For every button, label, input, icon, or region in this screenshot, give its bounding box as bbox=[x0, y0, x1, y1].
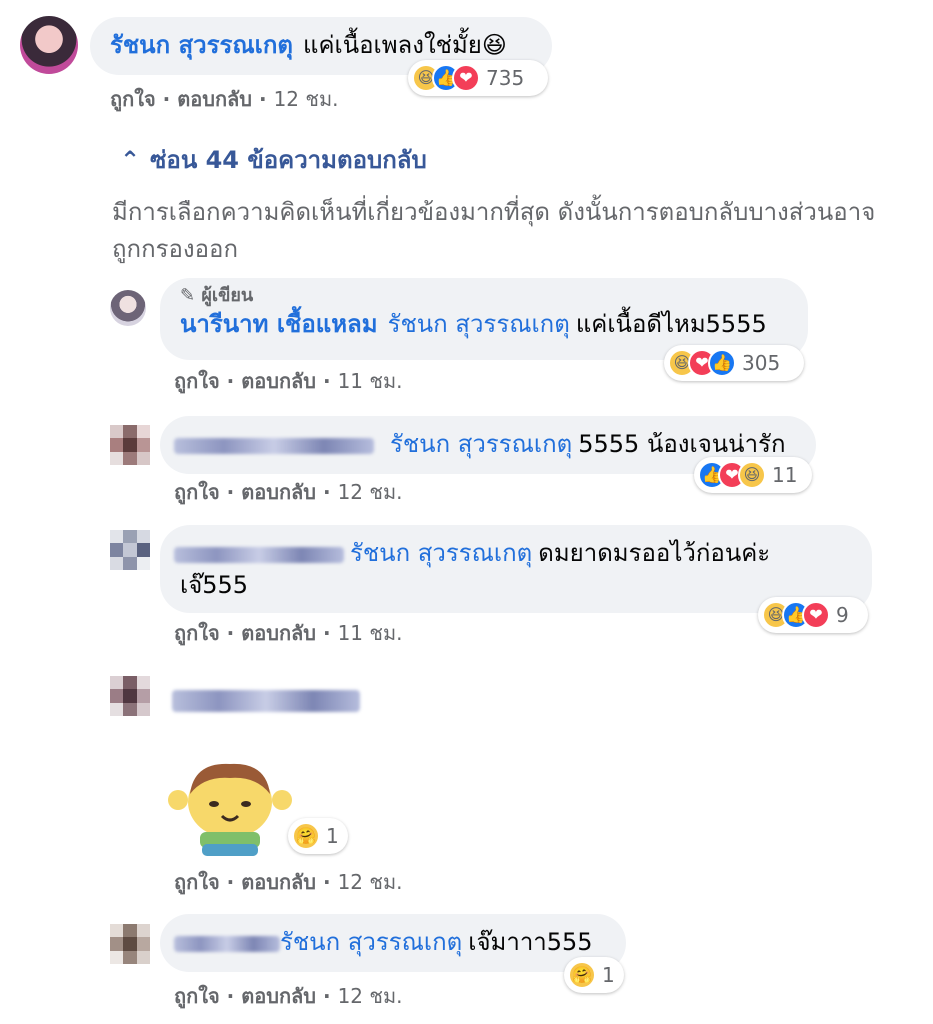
filter-note: มีการเลือกความคิดเห็นที่เกี่ยวข้องมากที่… bbox=[112, 198, 876, 263]
tagged-user[interactable]: รัชนก สุวรรณเกตุ bbox=[390, 430, 572, 458]
commenter-name[interactable]: รัชนก สุวรรณเกตุ bbox=[110, 31, 293, 59]
separator: · bbox=[322, 621, 331, 645]
reaction-summary[interactable]: 🤗 1 bbox=[564, 957, 624, 993]
avatar[interactable] bbox=[20, 16, 78, 74]
redacted-name bbox=[172, 690, 360, 712]
reply-link[interactable]: ตอบกลับ bbox=[241, 870, 316, 894]
redacted-name bbox=[174, 547, 344, 563]
reaction-summary[interactable]: 😆 ❤ 👍 305 bbox=[664, 345, 804, 381]
reply-link[interactable]: ตอบกลับ bbox=[177, 87, 252, 111]
love-icon: ❤ bbox=[802, 601, 830, 629]
like-link[interactable]: ถูกใจ bbox=[174, 984, 220, 1008]
reply-actions: ถูกใจ · ตอบกลับ · 12 ชม. bbox=[174, 980, 402, 1012]
reaction-count: 1 bbox=[326, 824, 339, 848]
haha-icon: 😆 bbox=[738, 461, 766, 489]
like-link[interactable]: ถูกใจ bbox=[174, 369, 220, 393]
reaction-count: 735 bbox=[486, 66, 525, 90]
avatar[interactable] bbox=[110, 924, 150, 964]
avatar[interactable] bbox=[110, 425, 150, 465]
pencil-icon: ✎ bbox=[180, 285, 196, 306]
reaction-count: 9 bbox=[836, 603, 849, 627]
reaction-summary[interactable]: 🤗 1 bbox=[288, 818, 348, 854]
reaction-count: 11 bbox=[772, 463, 798, 487]
reply-actions: ถูกใจ · ตอบกลับ · 11 ชม. bbox=[174, 617, 402, 649]
chevron-up-icon: ⌃ bbox=[120, 146, 141, 174]
avatar[interactable] bbox=[110, 676, 150, 716]
reaction-summary[interactable]: 😆 👍 ❤ 9 bbox=[758, 597, 868, 633]
reply-link[interactable]: ตอบกลับ bbox=[241, 480, 316, 504]
reply-actions: ถูกใจ · ตอบกลับ · 11 ชม. bbox=[174, 365, 402, 397]
separator: · bbox=[322, 984, 331, 1008]
reply-link[interactable]: ตอบกลับ bbox=[241, 369, 316, 393]
reaction-summary[interactable]: 😆 👍 ❤ 735 bbox=[408, 60, 548, 96]
reply-link[interactable]: ตอบกลับ bbox=[241, 984, 316, 1008]
reply-actions: ถูกใจ · ตอบกลับ · 12 ชม. bbox=[174, 476, 402, 508]
separator: · bbox=[322, 870, 331, 894]
like-link[interactable]: ถูกใจ bbox=[174, 480, 220, 504]
reaction-count: 305 bbox=[742, 351, 781, 375]
comment-actions: ถูกใจ · ตอบกลับ · 12 ชม. bbox=[110, 83, 338, 115]
like-link[interactable]: ถูกใจ bbox=[174, 870, 220, 894]
separator: · bbox=[226, 984, 235, 1008]
avatar[interactable] bbox=[110, 530, 150, 570]
reaction-summary[interactable]: 👍 ❤ 😆 11 bbox=[694, 457, 812, 493]
hide-replies-link[interactable]: ⌃ ซ่อน 44 ข้อความตอบกลับ bbox=[120, 140, 427, 179]
reaction-count: 1 bbox=[602, 963, 615, 987]
like-link[interactable]: ถูกใจ bbox=[110, 87, 156, 111]
commenter-name[interactable]: นารีนาท เชื้อแหลม bbox=[180, 310, 378, 338]
reply-link[interactable]: ตอบกลับ bbox=[241, 621, 316, 645]
like-link[interactable]: ถูกใจ bbox=[174, 621, 220, 645]
separator: · bbox=[162, 87, 171, 111]
tagged-user[interactable]: รัชนก สุวรรณเกตุ bbox=[280, 928, 462, 956]
timestamp[interactable]: 12 ชม. bbox=[338, 480, 403, 504]
love-icon: ❤ bbox=[452, 64, 480, 92]
separator: · bbox=[226, 621, 235, 645]
author-badge: ✎ ผู้เขียน bbox=[180, 284, 788, 308]
separator: · bbox=[226, 480, 235, 504]
timestamp[interactable]: 11 ชม. bbox=[338, 369, 403, 393]
tagged-user[interactable]: รัชนก สุวรรณเกตุ bbox=[350, 539, 532, 567]
reply-text: แค่เนื้อดีไหม5555 bbox=[575, 310, 767, 338]
timestamp[interactable]: 12 ชม. bbox=[338, 870, 403, 894]
care-icon: 🤗 bbox=[568, 961, 596, 989]
reply-text: 5555 น้องเจนน่ารัก bbox=[578, 430, 786, 458]
separator: · bbox=[322, 369, 331, 393]
tagged-user[interactable]: รัชนก สุวรรณเกตุ bbox=[388, 310, 570, 338]
reply-text: ดมยาดมรออไว้ก่อนค่ะ bbox=[538, 539, 771, 567]
separator: · bbox=[322, 480, 331, 504]
reply-actions: ถูกใจ · ตอบกลับ · 12 ชม. bbox=[174, 866, 402, 898]
reply-text-line2: เจ๊555 bbox=[180, 571, 249, 599]
separator: · bbox=[226, 870, 235, 894]
reply-text: เจ๊มาาา555 bbox=[468, 928, 593, 956]
timestamp[interactable]: 11 ชม. bbox=[338, 621, 403, 645]
timestamp[interactable]: 12 ชม. bbox=[274, 87, 339, 111]
reply-bubble: รัชนก สุวรรณเกตุ เจ๊มาาา555 bbox=[160, 914, 626, 972]
redacted-name bbox=[174, 936, 280, 952]
separator: · bbox=[258, 87, 267, 111]
timestamp[interactable]: 12 ชม. bbox=[338, 984, 403, 1008]
avatar[interactable] bbox=[110, 290, 146, 326]
comment-text: แค่เนื้อเพลงใช่มั้ย😆 bbox=[302, 31, 507, 59]
author-badge-label: ผู้เขียน bbox=[201, 285, 254, 306]
sticker[interactable] bbox=[164, 752, 296, 864]
separator: · bbox=[226, 369, 235, 393]
redacted-name bbox=[174, 438, 374, 454]
hide-replies-label: ซ่อน 44 ข้อความตอบกลับ bbox=[150, 146, 427, 174]
care-icon: 🤗 bbox=[292, 822, 320, 850]
like-icon: 👍 bbox=[708, 349, 736, 377]
